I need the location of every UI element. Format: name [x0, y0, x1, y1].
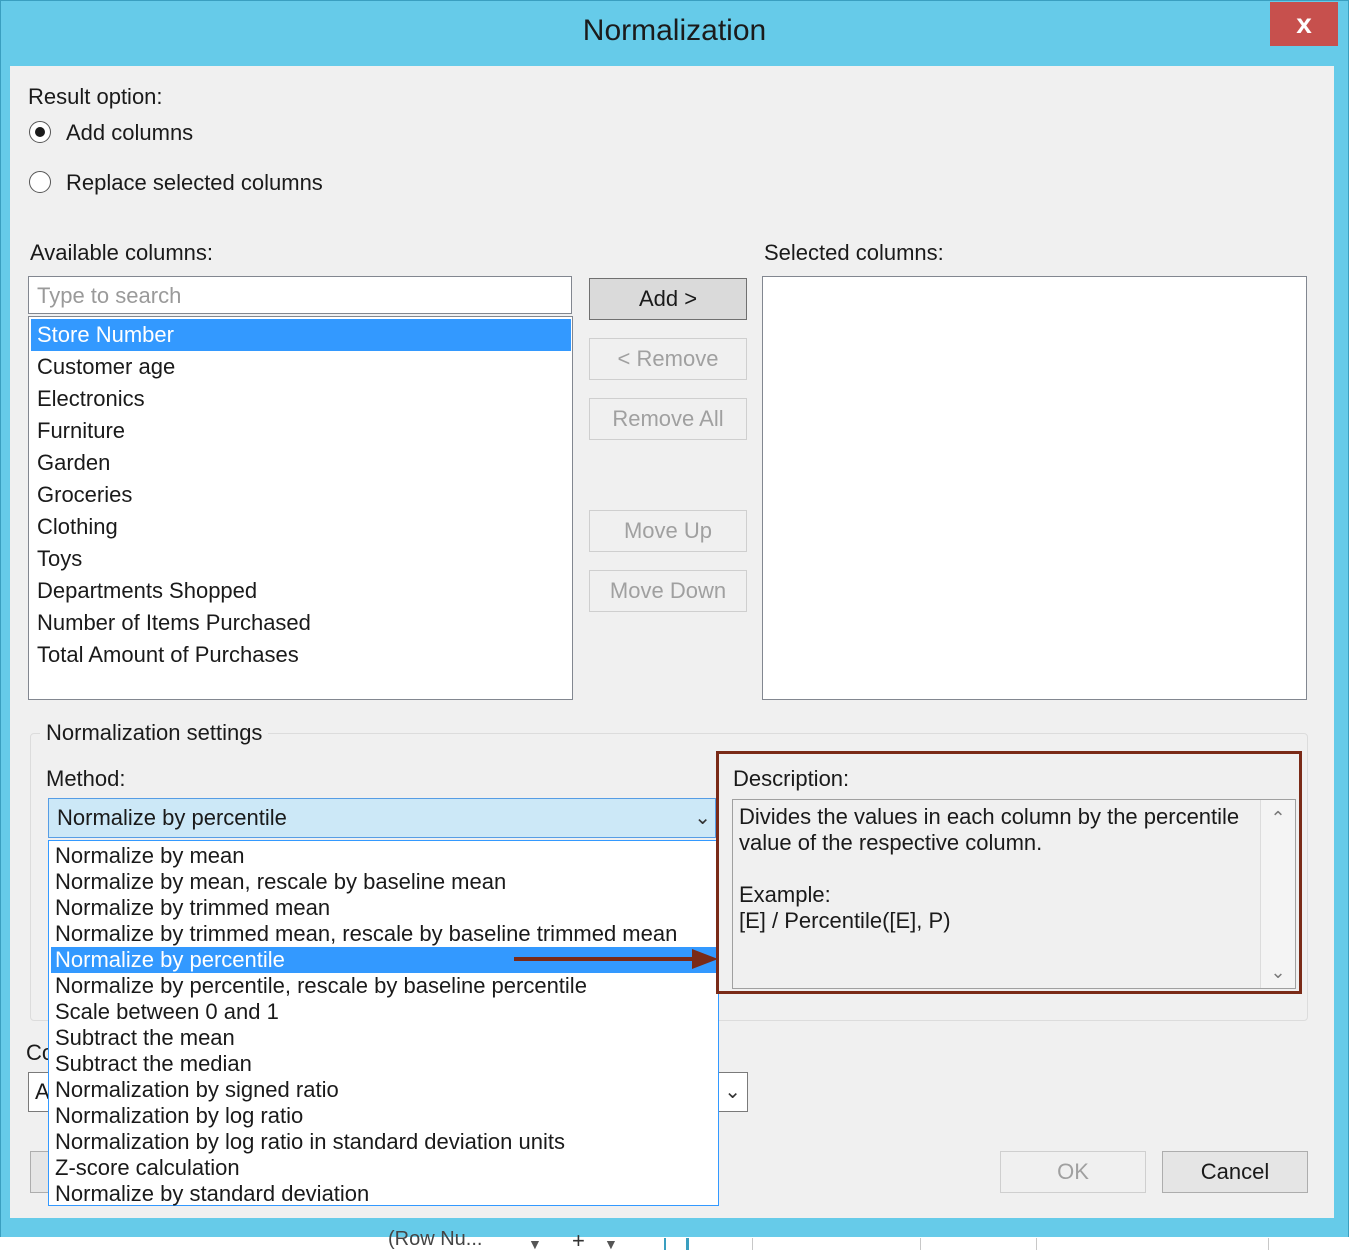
chevron-down-icon[interactable]: ⌄	[724, 1079, 741, 1104]
dropdown-option[interactable]: Normalize by standard deviation	[51, 1181, 716, 1207]
dropdown-option[interactable]: Subtract the median	[51, 1051, 716, 1077]
annotation-highlight-frame	[716, 751, 1302, 994]
dropdown-option[interactable]: Normalization by signed ratio	[51, 1077, 716, 1103]
dropdown-option[interactable]: Normalize by mean, rescale by baseline m…	[51, 869, 716, 895]
add-button[interactable]: Add >	[589, 278, 747, 320]
list-item[interactable]: Number of Items Purchased	[31, 607, 571, 639]
list-item[interactable]: Toys	[31, 543, 571, 575]
move-down-button[interactable]: Move Down	[589, 570, 747, 612]
list-item[interactable]: Total Amount of Purchases	[31, 639, 571, 671]
grid-divider	[686, 1238, 689, 1250]
ok-button[interactable]: OK	[1000, 1151, 1146, 1193]
normalization-settings-title: Normalization settings	[40, 720, 269, 746]
grid-divider	[752, 1238, 753, 1250]
list-item[interactable]: Clothing	[31, 511, 571, 543]
dropdown-option[interactable]: Normalization by log ratio in standard d…	[51, 1129, 716, 1155]
dropdown-option[interactable]: Normalize by percentile, rescale by base…	[51, 973, 716, 999]
replace-columns-radio[interactable]	[29, 171, 51, 193]
method-select[interactable]: Normalize by percentile ⌄	[48, 798, 716, 838]
replace-columns-label[interactable]: Replace selected columns	[66, 170, 323, 196]
dropdown-option[interactable]: Normalize by trimmed mean	[51, 895, 716, 921]
annotation-arrow-icon	[514, 949, 718, 969]
move-up-button[interactable]: Move Up	[589, 510, 747, 552]
list-item[interactable]: Electronics	[31, 383, 571, 415]
list-item[interactable]: Furniture	[31, 415, 571, 447]
dropdown-option[interactable]: Scale between 0 and 1	[51, 999, 716, 1025]
row-number-column-header[interactable]: (Row Nu...	[388, 1228, 482, 1251]
cancel-button[interactable]: Cancel	[1162, 1151, 1308, 1193]
selected-columns-label: Selected columns:	[764, 240, 944, 265]
remove-all-button[interactable]: Remove All	[589, 398, 747, 440]
column-search-box[interactable]	[28, 276, 572, 314]
close-button[interactable]: x	[1270, 2, 1338, 46]
list-item[interactable]: Garden	[31, 447, 571, 479]
method-dropdown-list[interactable]: Normalize by mean Normalize by mean, res…	[48, 840, 719, 1206]
add-columns-label[interactable]: Add columns	[66, 120, 193, 146]
grid-divider	[920, 1238, 921, 1250]
add-columns-radio[interactable]	[29, 121, 51, 143]
available-columns-label: Available columns:	[30, 240, 214, 265]
column-search-input[interactable]	[35, 278, 569, 314]
dropdown-option[interactable]: Normalize by mean	[51, 843, 716, 869]
remove-button[interactable]: < Remove	[589, 338, 747, 380]
method-label: Method:	[46, 766, 126, 791]
list-item[interactable]: Customer age	[31, 351, 571, 383]
method-select-value: Normalize by percentile	[57, 805, 287, 830]
grid-divider	[1036, 1238, 1037, 1250]
dropdown-option[interactable]: Z-score calculation	[51, 1155, 716, 1181]
list-item[interactable]: Groceries	[31, 479, 571, 511]
grid-divider	[664, 1238, 666, 1250]
dropdown-option[interactable]: Subtract the mean	[51, 1025, 716, 1051]
list-item[interactable]: Store Number	[31, 319, 571, 351]
dialog-title: Normalization	[582, 14, 767, 47]
list-item[interactable]: Departments Shopped	[31, 575, 571, 607]
plus-icon[interactable]: +	[572, 1228, 585, 1254]
chevron-down-icon[interactable]: ⌄	[694, 805, 711, 830]
dropdown-option[interactable]: Normalization by log ratio	[51, 1103, 716, 1129]
selected-columns-list[interactable]	[762, 276, 1307, 700]
background-app-strip	[0, 1237, 1349, 1250]
result-option-label: Result option:	[28, 84, 163, 109]
available-columns-list[interactable]: Store Number Customer age Electronics Fu…	[28, 316, 573, 700]
grid-divider	[1268, 1238, 1269, 1250]
